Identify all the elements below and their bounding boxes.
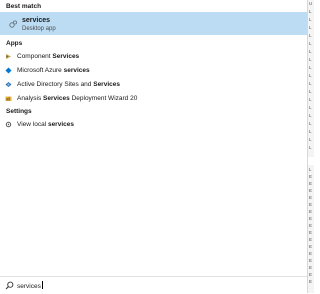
app-result-analysis-services-wizard[interactable]: Analysis Services Deployment Wizard 20 <box>0 92 307 105</box>
apps-heading: Apps <box>6 40 23 47</box>
settings-heading: Settings <box>6 108 32 115</box>
active-directory-icon <box>5 82 12 87</box>
text-caret <box>41 281 43 289</box>
search-input[interactable]: services <box>17 281 43 290</box>
settings-result-view-local-services[interactable]: View local services <box>0 118 307 131</box>
app-result-microsoft-azure-services[interactable]: Microsoft Azure services <box>0 64 307 77</box>
settings-gear-icon <box>5 121 12 128</box>
app-result-active-directory-sites[interactable]: Active Directory Sites and Services <box>0 78 307 91</box>
best-match-subtitle: Desktop app <box>22 26 56 32</box>
search-icon <box>5 281 14 290</box>
app-result-label: Microsoft Azure services <box>17 67 90 74</box>
app-result-component-services[interactable]: Component Services <box>0 50 307 63</box>
component-services-icon <box>6 54 11 59</box>
services-gear-icon <box>9 20 18 28</box>
app-result-label: Active Directory Sites and Services <box>17 81 120 88</box>
background-window-edge: ULL LLL LLL LLL LLL LLL L LEE EEE EEE EE… <box>307 0 314 293</box>
best-match-title: services <box>22 17 51 24</box>
app-result-label: Analysis Services Deployment Wizard 20 <box>17 95 138 102</box>
start-search-panel: Best match services Desktop app Apps Com… <box>0 0 307 294</box>
settings-result-label: View local services <box>17 121 74 128</box>
best-match-heading: Best match <box>6 3 42 10</box>
analysis-services-icon <box>5 96 12 101</box>
search-box[interactable]: services <box>0 276 307 294</box>
best-match-result[interactable]: services Desktop app <box>0 12 307 35</box>
azure-services-icon <box>5 67 12 74</box>
app-result-label: Component Services <box>17 53 80 60</box>
